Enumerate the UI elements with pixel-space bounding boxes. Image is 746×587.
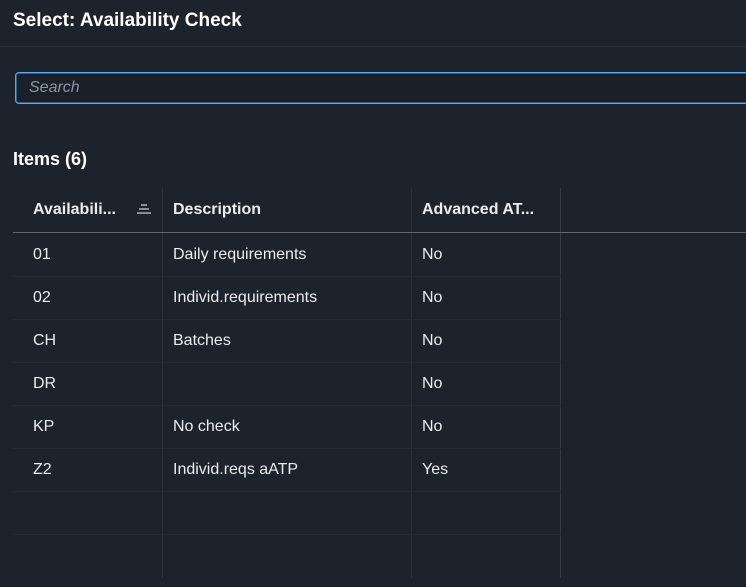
column-header-label: Advanced AT... bbox=[422, 201, 535, 218]
dialog-header: Select: Availability Check bbox=[0, 0, 746, 47]
search-field[interactable] bbox=[15, 72, 746, 104]
cell-advanced-atp: No bbox=[422, 418, 443, 435]
cell-description: Batches bbox=[173, 332, 231, 349]
items-table: Availabili... Description Advanced AT...… bbox=[13, 188, 746, 578]
cell-advanced-atp: No bbox=[422, 332, 443, 349]
sort-icon[interactable] bbox=[136, 203, 152, 217]
cell-code: 01 bbox=[33, 246, 51, 263]
items-title: Items (6) bbox=[13, 149, 88, 169]
cell-code: KP bbox=[33, 418, 55, 435]
value-help-dialog: Select: Availability Check Items (6) Ava… bbox=[0, 0, 746, 587]
column-header-description[interactable]: Description bbox=[173, 188, 261, 232]
table-header: Availabili... Description Advanced AT... bbox=[13, 188, 746, 233]
cell-code: DR bbox=[33, 375, 57, 392]
cell-description: Individ.reqs aATP bbox=[173, 461, 299, 478]
cell-advanced-atp: No bbox=[422, 375, 443, 392]
cell-description: No check bbox=[173, 418, 240, 435]
column-header-advanced-atp[interactable]: Advanced AT... bbox=[422, 188, 534, 232]
cell-advanced-atp: No bbox=[422, 289, 443, 306]
cell-description: Daily requirements bbox=[173, 246, 307, 263]
table-row-empty bbox=[13, 491, 561, 535]
column-header-label: Availabili... bbox=[33, 201, 116, 218]
table-row[interactable]: 01 Daily requirements No bbox=[13, 233, 561, 277]
table-row[interactable]: Z2 Individ.reqs aATP Yes bbox=[13, 448, 561, 492]
dialog-title: Select: Availability Check bbox=[13, 10, 242, 31]
table-row[interactable]: DR No bbox=[13, 362, 561, 406]
table-row[interactable]: 02 Individ.requirements No bbox=[13, 276, 561, 320]
cell-advanced-atp: Yes bbox=[422, 461, 449, 478]
cell-code: Z2 bbox=[33, 461, 52, 478]
search-input[interactable] bbox=[16, 73, 746, 103]
cell-code: 02 bbox=[33, 289, 51, 306]
cell-code: CH bbox=[33, 332, 57, 349]
cell-advanced-atp: No bbox=[422, 246, 443, 263]
column-header-label: Description bbox=[173, 201, 262, 218]
table-row[interactable]: CH Batches No bbox=[13, 319, 561, 363]
column-header-availability[interactable]: Availabili... bbox=[33, 188, 116, 232]
cell-description: Individ.requirements bbox=[173, 289, 318, 306]
table-row[interactable]: KP No check No bbox=[13, 405, 561, 449]
